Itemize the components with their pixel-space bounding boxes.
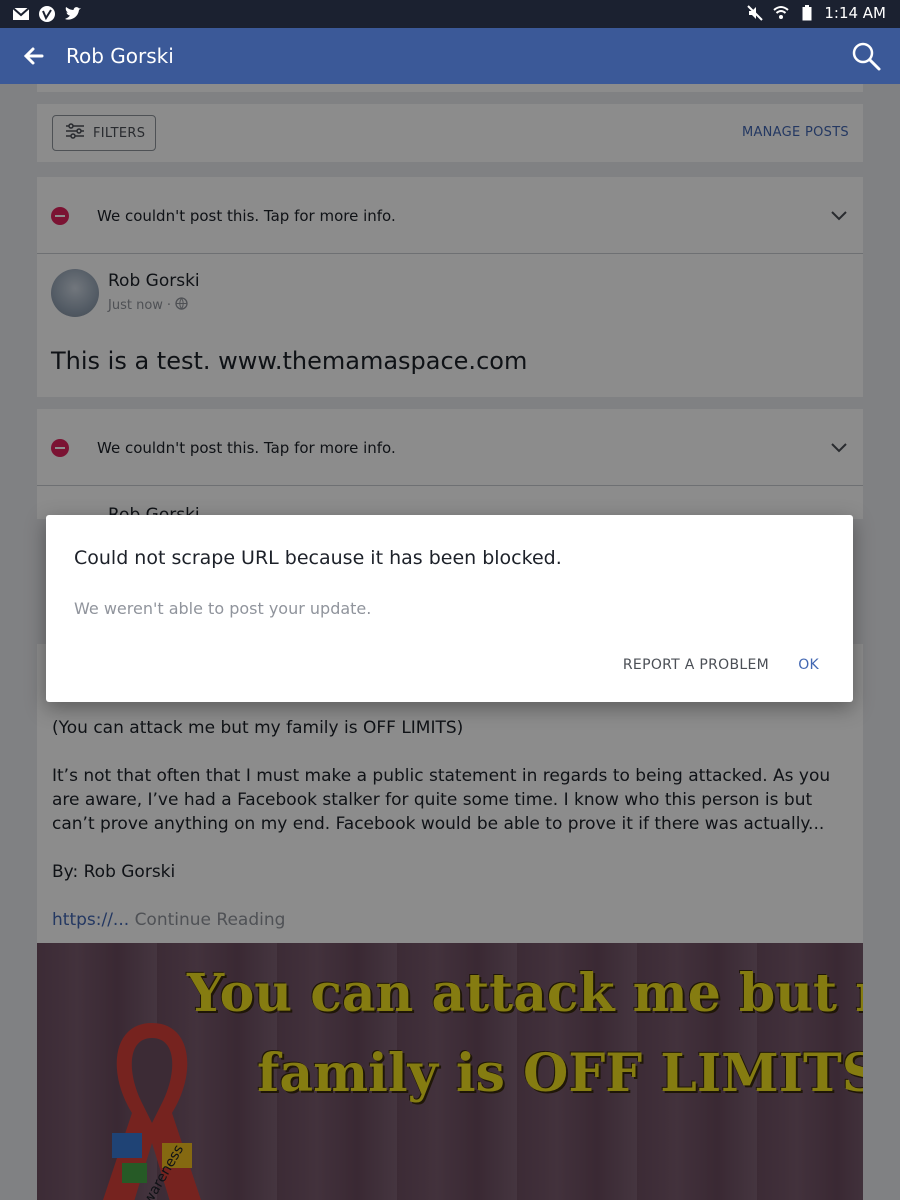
- mail-icon: [12, 5, 30, 23]
- back-arrow-icon[interactable]: [20, 42, 48, 70]
- mute-icon: [746, 4, 764, 22]
- dialog-message: We weren't able to post your update.: [74, 599, 372, 618]
- twitter-icon: [64, 5, 82, 23]
- search-icon[interactable]: [850, 40, 882, 72]
- page-title: Rob Gorski: [66, 44, 174, 68]
- status-time: 1:14 AM: [824, 4, 886, 22]
- status-bar: 1:14 AM: [0, 0, 900, 28]
- app-bar: Rob Gorski: [0, 28, 900, 84]
- vimeo-icon: [38, 5, 56, 23]
- error-dialog: Could not scrape URL because it has been…: [46, 515, 853, 702]
- ok-button[interactable]: OK: [798, 657, 819, 673]
- wifi-icon: [772, 4, 790, 22]
- report-problem-button[interactable]: REPORT A PROBLEM: [623, 657, 769, 673]
- battery-icon: [798, 4, 816, 22]
- dialog-title: Could not scrape URL because it has been…: [74, 547, 562, 569]
